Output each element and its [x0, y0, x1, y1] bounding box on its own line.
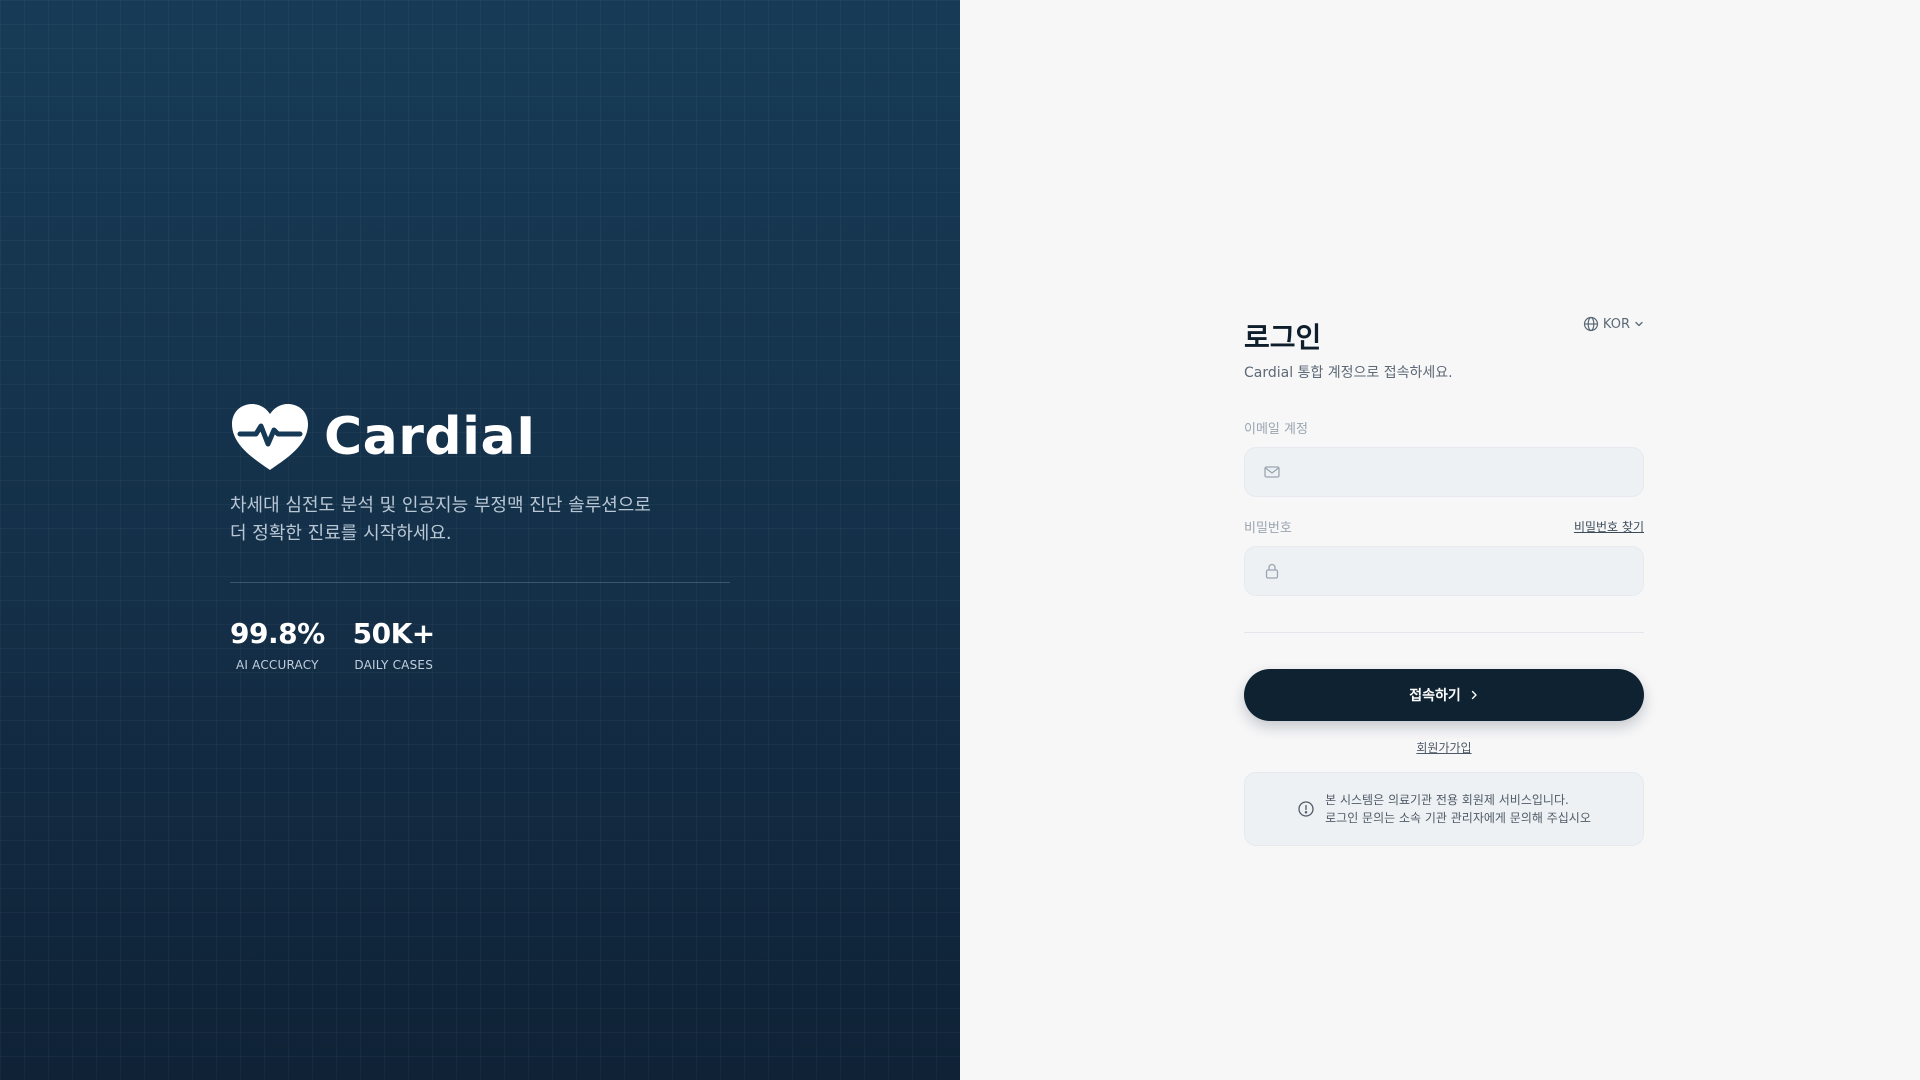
form-divider — [1244, 632, 1644, 633]
lock-icon — [1265, 563, 1279, 579]
language-value: KOR — [1602, 316, 1630, 332]
password-label: 비밀번호 — [1244, 521, 1292, 536]
notice-line-1: 본 시스템은 의료기관 전용 회원제 서비스입니다. — [1325, 793, 1569, 807]
stat-daily-cases: 50K+ DAILY CASES — [352, 617, 436, 672]
login-header: 로그인 KOR — [1244, 312, 1644, 356]
brand-panel: CardiaI 차세대 심전도 분석 및 인공지능 부정맥 진단 솔루션으로 더… — [0, 0, 960, 1080]
login-subtitle: Cardial 통합 계정으로 접속하세요. — [1244, 365, 1453, 381]
login-panel: 로그인 KOR Cardial 통합 계정으로 접속하세요. 이메일 계정 비밀… — [960, 0, 1920, 1080]
signup-link[interactable]: 회원가가입 — [1244, 739, 1644, 756]
stat-value: 99.8% — [230, 617, 325, 650]
stats: 99.8% AI ACCURACY 50K+ DAILY CASES — [230, 617, 730, 672]
brand-content: CardiaI 차세대 심전도 분석 및 인공지능 부정맥 진단 솔루션으로 더… — [230, 402, 730, 672]
password-field-wrapper — [1244, 546, 1644, 596]
brand-divider — [230, 582, 730, 583]
mail-icon — [1264, 466, 1280, 478]
logo: CardiaI — [230, 402, 730, 472]
stat-label: AI ACCURACY — [235, 658, 319, 672]
notice-text: 본 시스템은 의료기관 전용 회원제 서비스입니다. 로그인 문의는 소속 기관… — [1325, 791, 1591, 827]
email-label-row: 이메일 계정 — [1244, 418, 1644, 437]
tagline-line-1: 차세대 심전도 분석 및 인공지능 부정맥 진단 솔루션으로 — [230, 495, 651, 516]
info-icon — [1298, 801, 1314, 817]
email-input[interactable] — [1281, 448, 1643, 496]
login-submit-button[interactable]: 접속하기 — [1244, 669, 1644, 721]
page-title: 로그인 — [1244, 321, 1322, 354]
password-label-row: 비밀번호 비밀번호 찾기 — [1244, 517, 1644, 536]
language-selector[interactable]: KOR — [1583, 316, 1644, 332]
chevron-down-icon — [1635, 321, 1643, 327]
email-label: 이메일 계정 — [1244, 422, 1308, 437]
logo-text: CardiaI — [324, 407, 536, 467]
email-field-wrapper — [1244, 447, 1644, 497]
notice-box: 본 시스템은 의료기관 전용 회원제 서비스입니다. 로그인 문의는 소속 기관… — [1244, 772, 1644, 846]
notice-line-2: 로그인 문의는 소속 기관 관리자에게 문의해 주십시오 — [1325, 811, 1591, 825]
password-input[interactable] — [1281, 547, 1643, 595]
tagline: 차세대 심전도 분석 및 인공지능 부정맥 진단 솔루션으로 더 정확한 진료를… — [230, 492, 730, 548]
login-card: 로그인 KOR Cardial 통합 계정으로 접속하세요. 이메일 계정 비밀… — [1244, 312, 1644, 846]
stat-value: 50K+ — [352, 617, 436, 650]
submit-label: 접속하기 — [1409, 688, 1461, 704]
stat-label: DAILY CASES — [354, 658, 434, 672]
forgot-password-link[interactable]: 비밀번호 찾기 — [1574, 518, 1644, 535]
stat-accuracy: 99.8% AI ACCURACY — [230, 617, 325, 672]
chevron-right-icon — [1471, 690, 1477, 700]
heart-pulse-icon — [232, 404, 308, 470]
tagline-line-2: 더 정확한 진료를 시작하세요. — [230, 523, 452, 544]
globe-icon — [1583, 316, 1599, 332]
